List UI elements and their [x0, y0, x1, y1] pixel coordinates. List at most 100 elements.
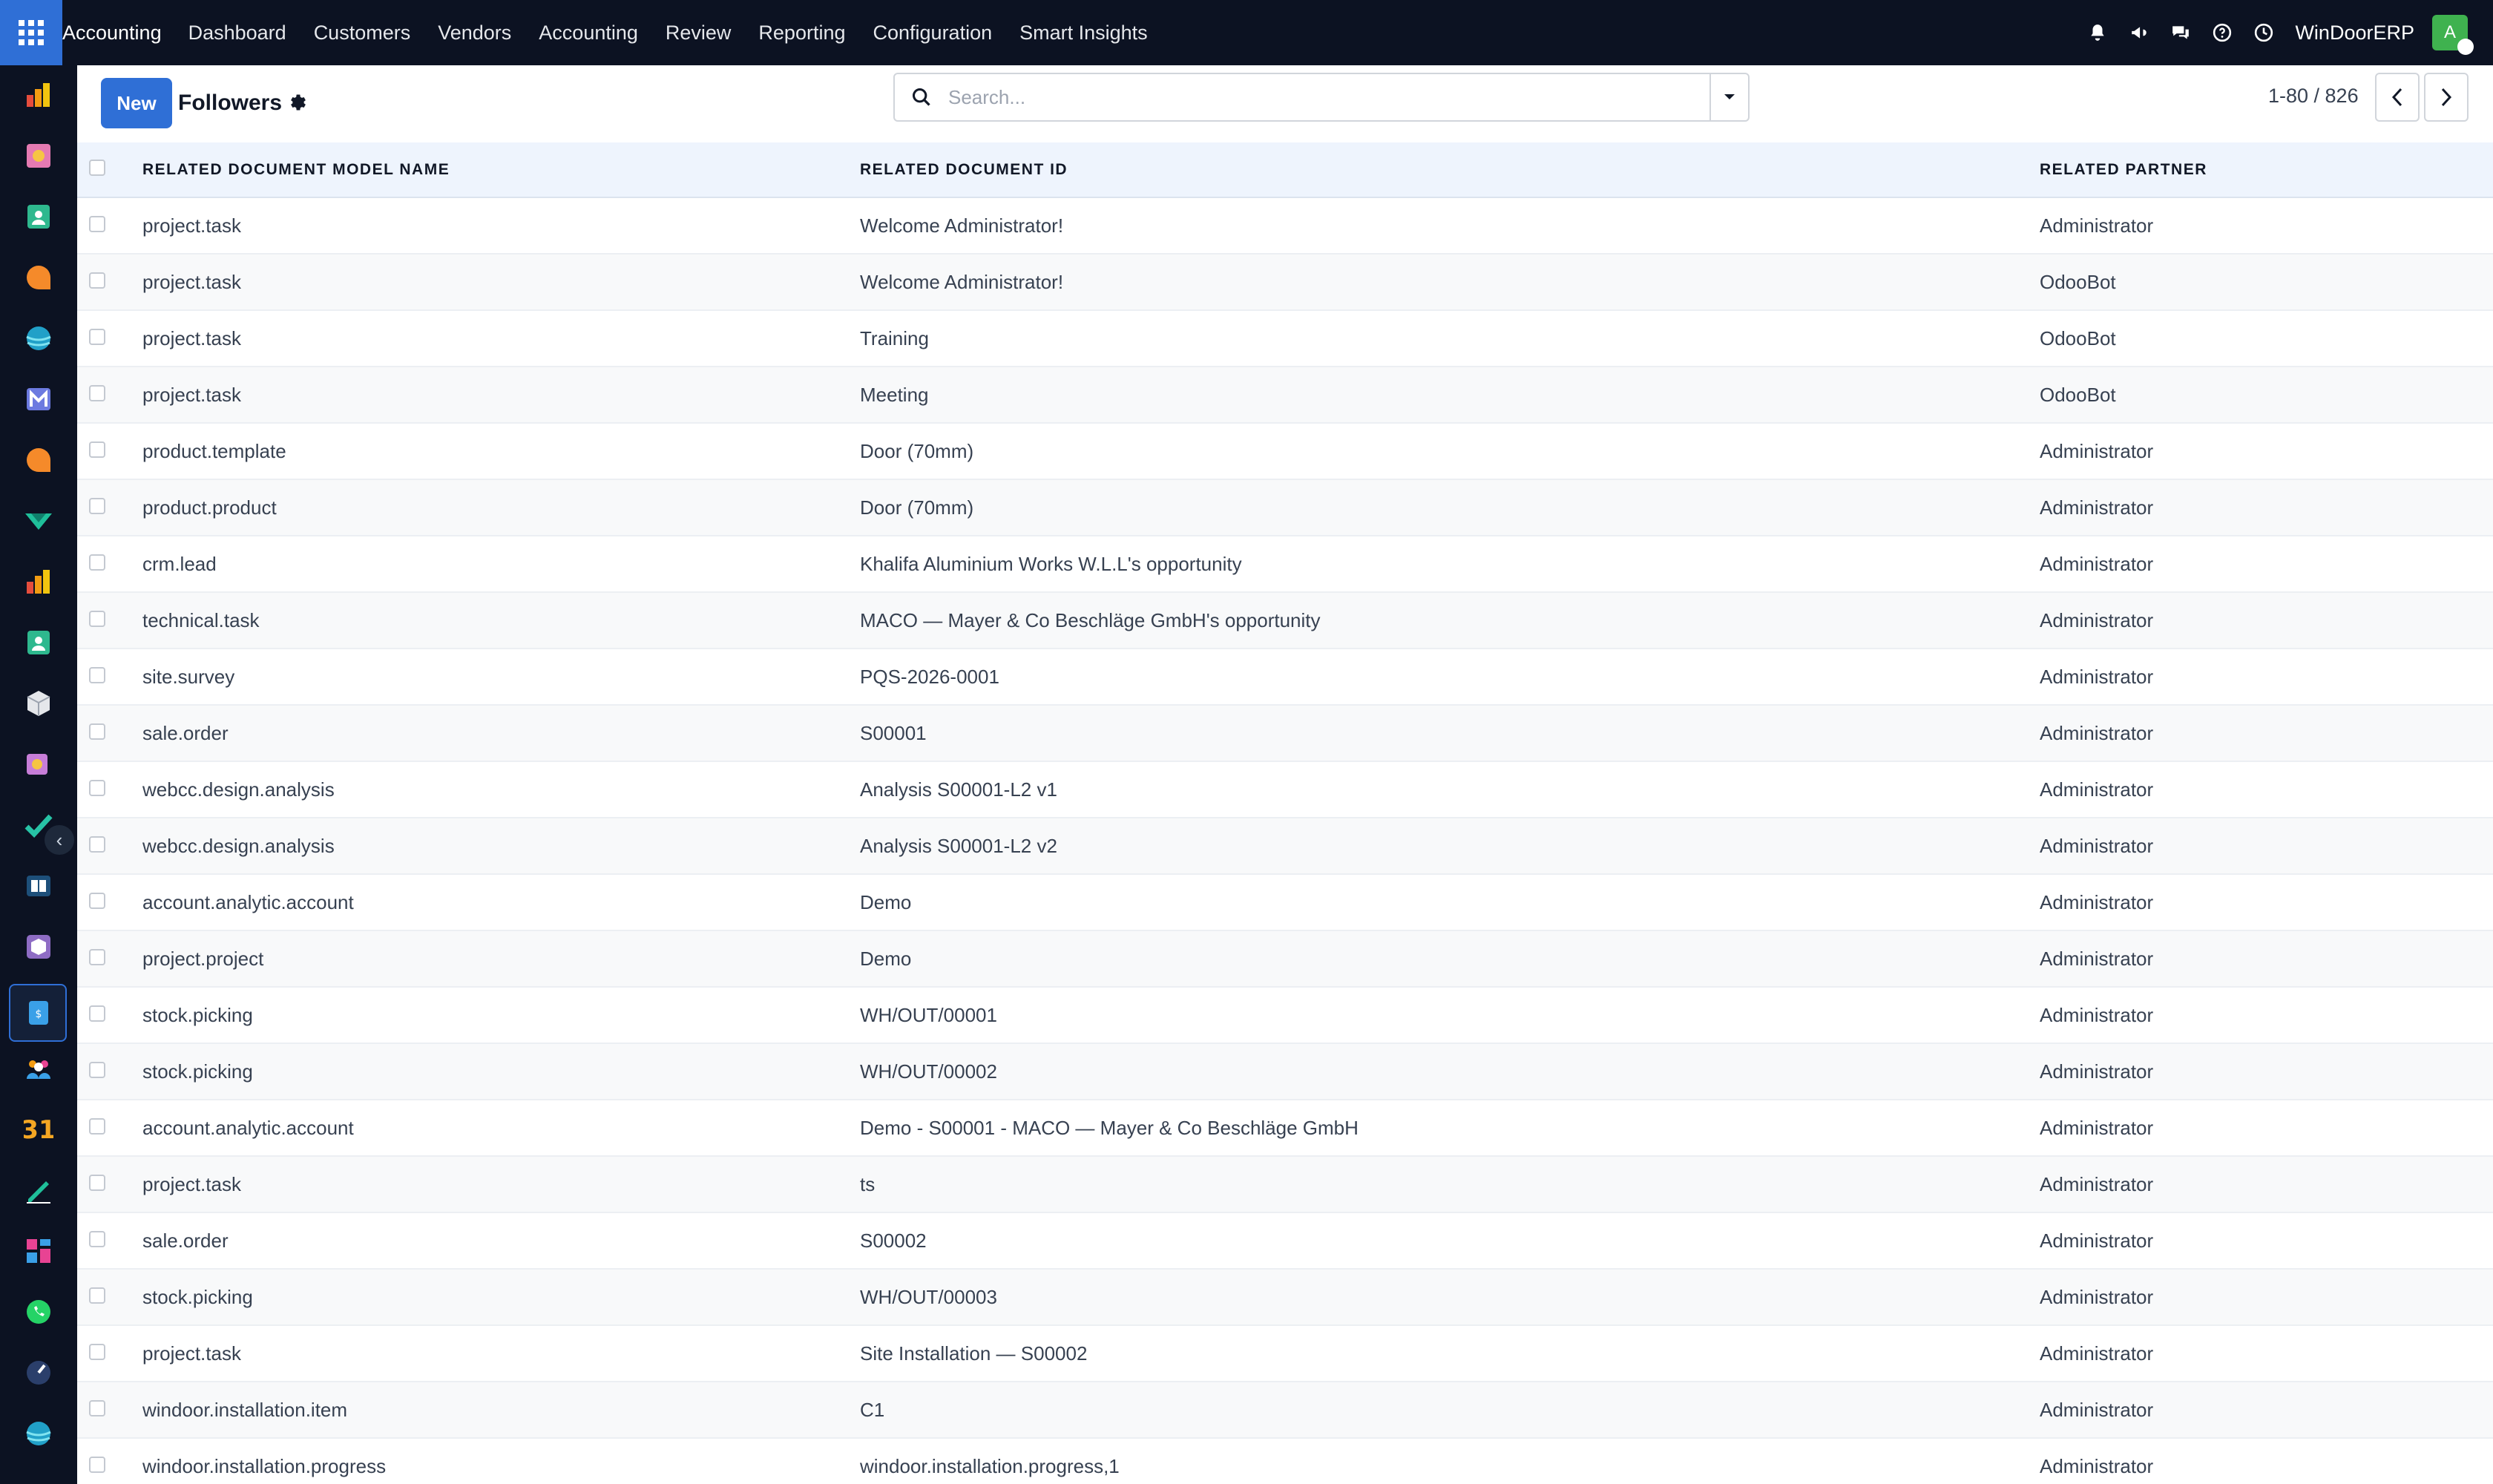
row-select-cell[interactable] [77, 197, 142, 255]
row-select-cell[interactable] [77, 705, 142, 762]
megaphone-icon[interactable] [2129, 22, 2149, 43]
row-select-cell[interactable] [77, 1438, 142, 1484]
table-row[interactable]: windoor.installation.item C1 Administrator [77, 1382, 2493, 1439]
row-select-cell[interactable] [77, 310, 142, 367]
row-checkbox[interactable] [89, 779, 105, 796]
gear-icon[interactable] [288, 92, 309, 113]
menu-dashboard[interactable]: Dashboard [188, 22, 286, 45]
row-select-cell[interactable] [77, 930, 142, 988]
table-row[interactable]: webcc.design.analysis Analysis S00001-L2 … [77, 761, 2493, 818]
table-row[interactable]: project.task Site Installation — S00002 Ad… [77, 1325, 2493, 1382]
row-select-cell[interactable] [77, 1212, 142, 1270]
row-checkbox[interactable] [89, 723, 105, 740]
row-select-cell[interactable] [77, 479, 142, 536]
table-row[interactable]: project.task Welcome Administrator! OdooBo… [77, 254, 2493, 311]
row-checkbox[interactable] [89, 1061, 105, 1078]
search-input[interactable] [948, 75, 1709, 119]
sidebar-book-icon[interactable] [24, 871, 53, 901]
sidebar-mail-icon[interactable] [24, 384, 53, 414]
sidebar-bubble-icon[interactable] [24, 445, 53, 475]
table-row[interactable]: stock.picking WH/OUT/00001 Administrator [77, 987, 2493, 1044]
row-select-cell[interactable] [77, 761, 142, 818]
sidebar-team-icon[interactable] [24, 1054, 53, 1083]
sidebar-package-icon[interactable] [24, 932, 53, 962]
row-checkbox[interactable] [89, 215, 105, 232]
table-row[interactable]: product.template Door (70mm) Administrator [77, 423, 2493, 480]
app-switcher-button[interactable] [0, 0, 62, 65]
sidebar-whatsapp-icon[interactable] [24, 1297, 53, 1327]
sidebar-tools-icon[interactable] [24, 749, 53, 779]
select-all-cell[interactable] [77, 142, 142, 198]
row-select-cell[interactable] [77, 1325, 142, 1382]
row-checkbox[interactable] [89, 1117, 105, 1135]
sidebar-globe-icon[interactable] [24, 324, 53, 353]
column-header-model-name[interactable]: RELATED DOCUMENT MODEL NAME [142, 142, 860, 198]
row-checkbox[interactable] [89, 1174, 105, 1191]
sidebar-chart-icon[interactable] [24, 80, 53, 110]
sidebar-cube-icon[interactable] [24, 689, 53, 718]
row-checkbox[interactable] [89, 948, 105, 965]
row-checkbox[interactable] [89, 384, 105, 401]
sidebar-gauge-icon[interactable] [24, 1358, 53, 1388]
sidebar-contacts-icon[interactable] [24, 202, 53, 232]
sidebar-puzzle-icon[interactable] [24, 141, 53, 171]
sidebar-sign-icon[interactable] [24, 1175, 53, 1205]
row-checkbox[interactable] [89, 272, 105, 289]
clock-icon[interactable] [2253, 22, 2274, 43]
table-row[interactable]: sale.order S00001 Administrator [77, 705, 2493, 762]
row-select-cell[interactable] [77, 423, 142, 480]
menu-customers[interactable]: Customers [314, 22, 411, 45]
column-header-partner[interactable]: RELATED PARTNER [2040, 142, 2493, 198]
sidebar-discuss-icon[interactable] [24, 263, 53, 292]
help-icon[interactable] [2212, 22, 2233, 43]
sidebar-dashboard-icon[interactable] [24, 1236, 53, 1266]
sidebar-employees-icon[interactable] [24, 628, 53, 657]
row-checkbox[interactable] [89, 1343, 105, 1360]
row-select-cell[interactable] [77, 1156, 142, 1213]
user-avatar[interactable]: A [2432, 15, 2474, 55]
row-checkbox[interactable] [89, 892, 105, 909]
table-row[interactable]: webcc.design.analysis Analysis S00001-L2 … [77, 818, 2493, 875]
row-checkbox[interactable] [89, 1230, 105, 1247]
row-select-cell[interactable] [77, 874, 142, 931]
pager-previous-button[interactable] [2375, 73, 2420, 122]
table-row[interactable]: project.project Demo Administrator [77, 930, 2493, 988]
company-name[interactable]: WinDoorERP [2295, 22, 2414, 45]
column-header-document-id[interactable]: RELATED DOCUMENT ID [860, 142, 2040, 198]
sidebar-reports-icon[interactable] [24, 567, 53, 597]
row-select-cell[interactable] [77, 536, 142, 593]
menu-reporting[interactable]: Reporting [758, 22, 845, 45]
table-row[interactable]: sale.order S00002 Administrator [77, 1212, 2493, 1270]
row-checkbox[interactable] [89, 497, 105, 514]
bell-icon[interactable] [2087, 22, 2108, 43]
table-row[interactable]: account.analytic.account Demo Administrato… [77, 874, 2493, 931]
search-options-toggle[interactable] [1709, 74, 1748, 120]
menu-configuration[interactable]: Configuration [873, 22, 993, 45]
table-row[interactable]: crm.lead Khalifa Aluminium Works W.L.L's … [77, 536, 2493, 593]
table-row[interactable]: technical.task MACO — Mayer & Co Beschläg… [77, 592, 2493, 649]
sidebar-invoice-icon[interactable]: $ [24, 998, 53, 1028]
chat-icon[interactable] [2170, 22, 2191, 43]
row-checkbox[interactable] [89, 1456, 105, 1473]
row-select-cell[interactable] [77, 254, 142, 311]
table-row[interactable]: product.product Door (70mm) Administrator [77, 479, 2493, 536]
menu-vendors[interactable]: Vendors [438, 22, 511, 45]
table-row[interactable]: windoor.installation.progress windoor.ins… [77, 1438, 2493, 1484]
row-checkbox[interactable] [89, 666, 105, 683]
menu-accounting[interactable]: Accounting [539, 22, 638, 45]
row-select-cell[interactable] [77, 818, 142, 875]
row-checkbox[interactable] [89, 1005, 105, 1022]
row-checkbox[interactable] [89, 1399, 105, 1416]
row-checkbox[interactable] [89, 1287, 105, 1304]
pager-next-button[interactable] [2424, 73, 2469, 122]
row-select-cell[interactable] [77, 987, 142, 1044]
app-brand[interactable]: Accounting [62, 22, 162, 45]
table-row[interactable]: site.survey PQS-2026-0001 Administrator [77, 649, 2493, 706]
row-checkbox[interactable] [89, 328, 105, 345]
table-row[interactable]: stock.picking WH/OUT/00002 Administrator [77, 1043, 2493, 1100]
row-checkbox[interactable] [89, 441, 105, 458]
row-select-cell[interactable] [77, 649, 142, 706]
pager-value[interactable]: 1-80 / 826 [2268, 85, 2359, 108]
select-all-checkbox[interactable] [89, 159, 105, 176]
table-row[interactable]: stock.picking WH/OUT/00003 Administrator [77, 1269, 2493, 1326]
